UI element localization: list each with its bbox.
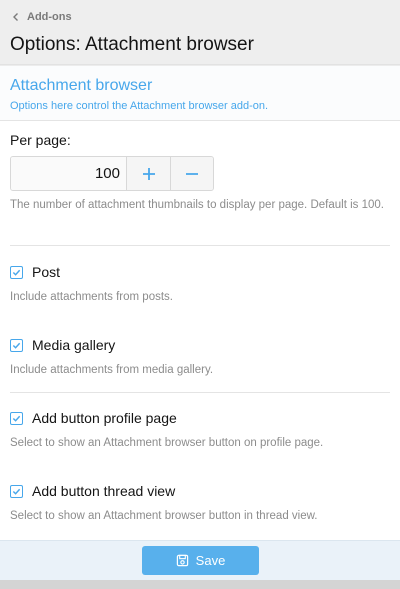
minus-icon	[186, 172, 198, 175]
option-hint: Include attachments from media gallery.	[10, 364, 214, 376]
checkmark-icon	[12, 415, 21, 422]
plus-icon	[142, 167, 155, 180]
checkbox-box[interactable]	[10, 411, 23, 425]
section-title: Attachment browser	[10, 77, 153, 94]
checkbox-media-gallery[interactable]: Media gallery	[10, 337, 115, 353]
section-header: Attachment browser Options here control …	[0, 66, 400, 121]
checkmark-icon	[12, 342, 21, 349]
option-hint: Select to show an Attachment browser but…	[10, 510, 318, 522]
per-page-hint: The number of attachment thumbnails to d…	[10, 199, 384, 211]
per-page-stepper	[10, 156, 214, 191]
checkmark-icon	[12, 488, 21, 495]
breadcrumb[interactable]: Add-ons	[10, 11, 72, 23]
section-description: Options here control the Attachment brow…	[10, 100, 269, 112]
checkbox-add-button-profile-page[interactable]: Add button profile page	[10, 410, 177, 426]
breadcrumb-link[interactable]: Add-ons	[27, 11, 72, 23]
options-form: Attachment browser Options here control …	[0, 66, 400, 540]
checkbox-post[interactable]: Post	[10, 264, 60, 280]
option-hint: Select to show an Attachment browser but…	[10, 437, 324, 449]
save-button[interactable]: Save	[142, 546, 259, 575]
form-footer: Save	[0, 540, 400, 580]
per-page-input[interactable]	[11, 157, 127, 190]
checkmark-icon	[12, 269, 21, 276]
save-icon	[176, 554, 188, 567]
page-header: Add-ons Options: Attachment browser	[0, 0, 400, 65]
checkbox-box[interactable]	[10, 484, 23, 498]
checkbox-box[interactable]	[10, 265, 23, 279]
chevron-left-icon	[13, 13, 18, 21]
checkbox-label[interactable]: Post	[32, 264, 60, 280]
page-title: Options: Attachment browser	[10, 34, 254, 55]
checkbox-add-button-thread-view[interactable]: Add button thread view	[10, 483, 175, 499]
per-page-label: Per page:	[10, 132, 71, 148]
checkbox-label[interactable]: Add button thread view	[32, 483, 175, 499]
checkbox-label[interactable]: Add button profile page	[32, 410, 177, 426]
divider	[10, 245, 390, 246]
checkbox-label[interactable]: Media gallery	[32, 337, 115, 353]
decrement-button[interactable]	[170, 157, 213, 190]
increment-button[interactable]	[127, 157, 170, 190]
option-hint: Include attachments from posts.	[10, 291, 173, 303]
save-label[interactable]: Save	[196, 553, 226, 568]
divider	[10, 392, 390, 393]
bottom-strip	[0, 580, 400, 589]
checkbox-box[interactable]	[10, 338, 23, 352]
